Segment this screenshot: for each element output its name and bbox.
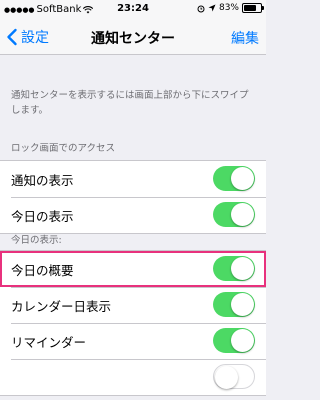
- battery-percent: 83%: [218, 3, 239, 13]
- location-arrow-icon: [208, 4, 216, 12]
- row-label: 今日の表示: [11, 208, 74, 224]
- section-header-lock-screen: ロック画面でのアクセス: [11, 143, 116, 154]
- section-header-today: 今日の表示:: [11, 235, 62, 246]
- today-summary-toggle[interactable]: [213, 256, 255, 281]
- show-notifications-toggle[interactable]: [213, 166, 255, 191]
- status-right: 83%: [197, 3, 264, 13]
- row-label: 通知の表示: [11, 172, 74, 188]
- status-bar: ●●●●● SoftBank 23:24 83%: [0, 0, 266, 20]
- calendar-day-view-toggle[interactable]: [213, 292, 255, 317]
- reminders-toggle[interactable]: [213, 328, 255, 353]
- lock-screen-group: 通知の表示 今日の表示: [0, 160, 266, 234]
- row-label: 今日の概要: [11, 262, 74, 278]
- next-row-toggle[interactable]: [213, 364, 255, 389]
- row-today-summary: 今日の概要: [0, 251, 266, 287]
- row-show-today: 今日の表示: [0, 197, 266, 233]
- row-label: カレンダー日表示: [11, 298, 112, 314]
- info-text: 通知センターを表示するには画面上部から下にスワイプします。: [11, 90, 249, 116]
- battery-icon: [242, 3, 264, 13]
- alarm-icon: [197, 5, 205, 12]
- today-group: 今日の概要 カレンダー日表示 リマインダー: [0, 250, 266, 396]
- show-today-toggle[interactable]: [213, 202, 255, 227]
- row-calendar-day-view: カレンダー日表示: [0, 287, 266, 323]
- edit-button[interactable]: 編集: [231, 28, 259, 48]
- row-show-notifications: 通知の表示: [0, 161, 266, 197]
- row-label: リマインダー: [11, 334, 87, 350]
- row-next-partial: [0, 359, 266, 395]
- navigation-bar: 設定 通知センター 編集: [0, 20, 266, 55]
- row-reminders: リマインダー: [0, 323, 266, 359]
- battery-fill: [244, 5, 256, 11]
- page-title: 通知センター: [91, 31, 175, 47]
